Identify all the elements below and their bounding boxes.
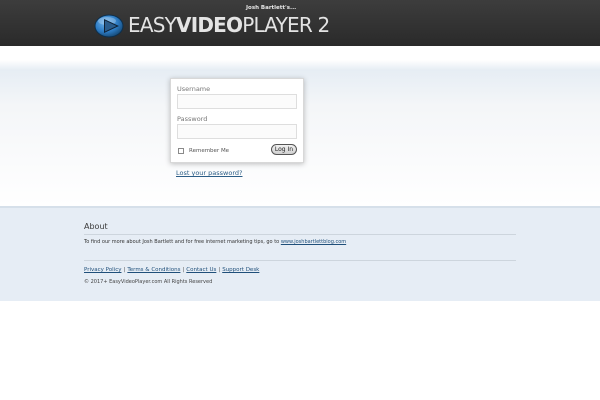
footer-links: Privacy Policy | Terms & Conditions | Contac…	[84, 267, 259, 273]
password-label: Password	[177, 115, 208, 123]
username-input[interactable]	[177, 94, 297, 109]
logo-tagline: Josh Bartlett's...	[246, 5, 297, 11]
username-label: Username	[177, 85, 211, 93]
about-text: To find our more about Josh Bartlett and…	[84, 239, 346, 245]
logo-word-easy: EASY	[128, 13, 177, 37]
logo-wordmark: EASYVIDEOPLAYER 2	[128, 13, 330, 37]
login-button[interactable]: Log In	[271, 144, 297, 155]
copyright-text: © 2017+ EasyVideoPlayer.com All Rights R…	[84, 279, 213, 285]
footer-divider	[84, 260, 516, 261]
remember-me-checkbox[interactable]	[178, 148, 184, 154]
about-description: To find our more about Josh Bartlett and…	[84, 239, 281, 245]
login-form: Username Password Remember Me Log In	[170, 78, 304, 163]
contact-us-link[interactable]: Contact Us	[186, 267, 216, 273]
lost-password-link[interactable]: Lost your password?	[176, 169, 242, 177]
site-logo[interactable]: Josh Bartlett's... EASYVIDEOPLAYER 2	[94, 3, 330, 43]
support-desk-link[interactable]: Support Desk	[222, 267, 259, 273]
link-separator: |	[123, 267, 126, 273]
remember-me[interactable]: Remember Me	[178, 147, 229, 155]
blog-link[interactable]: www.joshbartlettblog.com	[281, 239, 346, 245]
play-logo-icon	[94, 14, 124, 38]
site-footer: About To find our more about Josh Bartle…	[0, 206, 600, 301]
logo-word-player: PLAYER 2	[242, 13, 330, 37]
privacy-policy-link[interactable]: Privacy Policy	[84, 267, 121, 273]
about-divider	[84, 234, 516, 235]
link-separator: |	[218, 267, 221, 273]
site-header: Josh Bartlett's... EASYVIDEOPLAYER 2	[0, 0, 600, 46]
about-title: About	[84, 222, 108, 231]
link-separator: |	[182, 267, 185, 273]
logo-word-video: VIDEO	[176, 13, 243, 37]
password-input[interactable]	[177, 124, 297, 139]
terms-link[interactable]: Terms & Conditions	[127, 267, 180, 273]
remember-me-label: Remember Me	[189, 148, 230, 154]
